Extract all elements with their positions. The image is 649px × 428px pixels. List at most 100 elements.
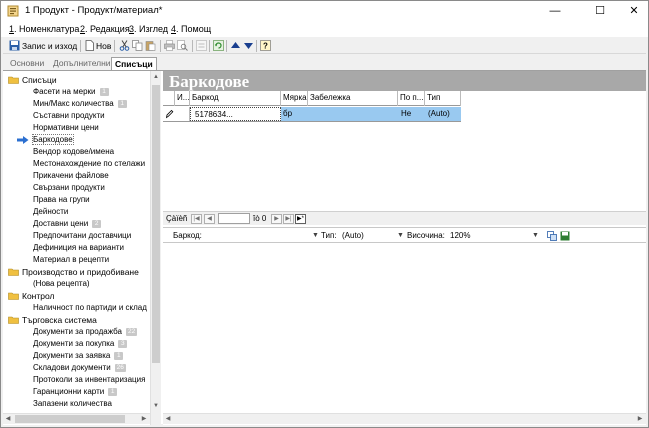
- next-record-button[interactable]: ▶: [271, 214, 282, 224]
- scroll-right-icon[interactable]: ▶: [139, 414, 149, 424]
- copy-icon[interactable]: [132, 40, 143, 51]
- tree-item-label: Нормативни цени: [33, 123, 99, 132]
- barcode-label: Баркод:: [173, 231, 202, 240]
- save-barcode-icon[interactable]: [560, 231, 570, 241]
- tree-item[interactable]: Доставни цени 2: [33, 218, 102, 230]
- column-header-type[interactable]: Тип: [425, 91, 461, 106]
- help-icon[interactable]: ?: [260, 40, 271, 51]
- cut-icon[interactable]: [119, 40, 130, 51]
- grid-cell-unit[interactable]: бр: [281, 107, 398, 121]
- tree-folder[interactable]: Списъци: [8, 74, 57, 86]
- column-header-note[interactable]: Забележка: [308, 91, 398, 106]
- title-bar: 1 Продукт - Продукт/материал* — ☐ ✕: [1, 1, 648, 21]
- record-number-input[interactable]: [218, 213, 250, 224]
- tree-item[interactable]: Мин/Макс количества 1: [33, 98, 127, 110]
- tree-item[interactable]: Наличност по партиди и склад: [33, 302, 147, 314]
- chevron-down-icon[interactable]: ▼: [312, 232, 319, 239]
- first-record-button[interactable]: |◀: [191, 214, 202, 224]
- panel-horizontal-scrollbar[interactable]: ◀ ▶: [163, 413, 646, 424]
- save-and-close-button[interactable]: Запис и изход: [22, 39, 77, 53]
- maximize-button[interactable]: ☐: [587, 3, 613, 19]
- tree-item[interactable]: Гаранционни карти 1: [33, 386, 118, 398]
- folder-icon: [8, 268, 19, 276]
- tree-item[interactable]: Документи за покупка 3: [33, 338, 128, 350]
- tree-folder[interactable]: Производство и придобиване: [8, 266, 139, 278]
- tree-item[interactable]: Права на групи: [33, 194, 90, 206]
- height-select[interactable]: 120%: [450, 231, 470, 240]
- print-icon[interactable]: [164, 40, 175, 51]
- scroll-thumb[interactable]: [15, 415, 125, 423]
- app-icon: [7, 5, 19, 17]
- close-button[interactable]: ✕: [621, 3, 647, 19]
- tree-item-label: Контрол: [22, 291, 55, 301]
- arrow-up-icon[interactable]: [230, 40, 241, 51]
- menu-nomenclature[interactable]: 1. Номенклатура: [9, 24, 79, 34]
- tree-item[interactable]: Протоколи за инвентаризация: [33, 374, 145, 386]
- column-header-barcode[interactable]: Баркод: [190, 91, 281, 106]
- menu-view[interactable]: 3. Изглед: [129, 24, 168, 34]
- tree-item[interactable]: (Нова рецепта): [33, 278, 90, 290]
- scroll-left-icon[interactable]: ◀: [3, 414, 13, 424]
- tree-item[interactable]: Баркодове: [17, 134, 74, 146]
- tree-item[interactable]: Съставни продукти: [33, 110, 105, 122]
- barcode-value: 5178634...: [195, 110, 233, 119]
- menu-edit[interactable]: 2. Редакция: [80, 24, 130, 34]
- tree-item[interactable]: Вендор кодове/имена: [33, 146, 114, 158]
- scroll-thumb[interactable]: [152, 85, 160, 363]
- tree-item[interactable]: Документи за продажба 22: [33, 326, 138, 338]
- menu-help[interactable]: 4. Помощ: [171, 24, 211, 34]
- tab-additional[interactable]: Допълнителни: [50, 57, 114, 70]
- tree-item-label: Права на групи: [33, 195, 90, 204]
- previous-record-button[interactable]: ◀: [204, 214, 215, 224]
- tree-item-label: Материал в рецепти: [33, 255, 110, 264]
- tree-folder[interactable]: Контрол: [8, 290, 55, 302]
- tree-item[interactable]: Местонахождение по стелажи: [33, 158, 145, 170]
- tab-main[interactable]: Основни: [7, 57, 47, 70]
- tree-vertical-scrollbar[interactable]: ▲ ▼: [150, 71, 161, 425]
- tree-item[interactable]: Дефиниция на варианти: [33, 242, 124, 254]
- tree-item[interactable]: Дейности: [33, 206, 68, 218]
- copy-barcode-icon[interactable]: [547, 231, 557, 241]
- tree-item-label: Складови документи: [33, 363, 111, 372]
- chevron-down-icon[interactable]: ▼: [397, 232, 404, 239]
- new-record-button[interactable]: ▶*: [295, 214, 306, 224]
- last-record-button[interactable]: ▶|: [283, 214, 294, 224]
- column-header-unit[interactable]: Мярка: [281, 91, 308, 106]
- tree-item[interactable]: Нормативни цени: [33, 122, 99, 134]
- grid-cell-default-type[interactable]: Не (Auto): [398, 107, 461, 121]
- menu-label: Номенклатура: [19, 24, 80, 34]
- tree-item[interactable]: Запазени количества: [33, 398, 112, 410]
- column-header-index[interactable]: И...: [175, 91, 190, 106]
- chevron-down-icon[interactable]: ▼: [532, 232, 539, 239]
- paste-icon[interactable]: [145, 40, 156, 51]
- minimize-button[interactable]: —: [542, 3, 568, 19]
- print-preview-icon[interactable]: [177, 40, 188, 51]
- scroll-right-icon[interactable]: ▶: [635, 414, 645, 424]
- grid-cell-barcode[interactable]: 5178634...: [190, 107, 281, 121]
- tree-item[interactable]: Свързани продукти: [33, 182, 105, 194]
- tree-item[interactable]: Предпочитани доставчици: [33, 230, 131, 242]
- scroll-left-icon[interactable]: ◀: [163, 414, 173, 424]
- tree-item[interactable]: Фасети на мерки 1: [33, 86, 109, 98]
- new-button[interactable]: Нов: [96, 39, 111, 53]
- filter-icon[interactable]: [196, 40, 207, 51]
- barcodes-grid: И... Баркод Мярка Забележка По п... Тип …: [163, 91, 646, 211]
- table-row[interactable]: 5178634... бр Не (Auto): [163, 107, 461, 122]
- tree-item[interactable]: Документи за заявка 1: [33, 350, 124, 362]
- refresh-icon[interactable]: [213, 40, 224, 51]
- tree-item[interactable]: Складови документи 26: [33, 362, 126, 374]
- tree-item-label: Документи за покупка: [33, 339, 115, 348]
- type-value: (Auto): [428, 109, 450, 118]
- tree-item-label: Запазени количества: [33, 399, 112, 408]
- tree-item[interactable]: Материал в рецепти: [33, 254, 109, 266]
- scroll-up-icon[interactable]: ▲: [151, 71, 161, 83]
- column-header-default[interactable]: По п...: [398, 91, 425, 106]
- arrow-down-icon[interactable]: [243, 40, 254, 51]
- tree-folder[interactable]: Търговска система: [8, 314, 97, 326]
- tree-horizontal-scrollbar[interactable]: ◀ ▶: [3, 413, 150, 424]
- scroll-down-icon[interactable]: ▼: [151, 400, 161, 412]
- tree-item[interactable]: Прикачени файлове: [33, 170, 109, 182]
- tree-item-label: Предпочитани доставчици: [33, 231, 132, 240]
- tab-lists[interactable]: Списъци: [111, 57, 157, 70]
- type-select[interactable]: (Auto): [342, 231, 364, 240]
